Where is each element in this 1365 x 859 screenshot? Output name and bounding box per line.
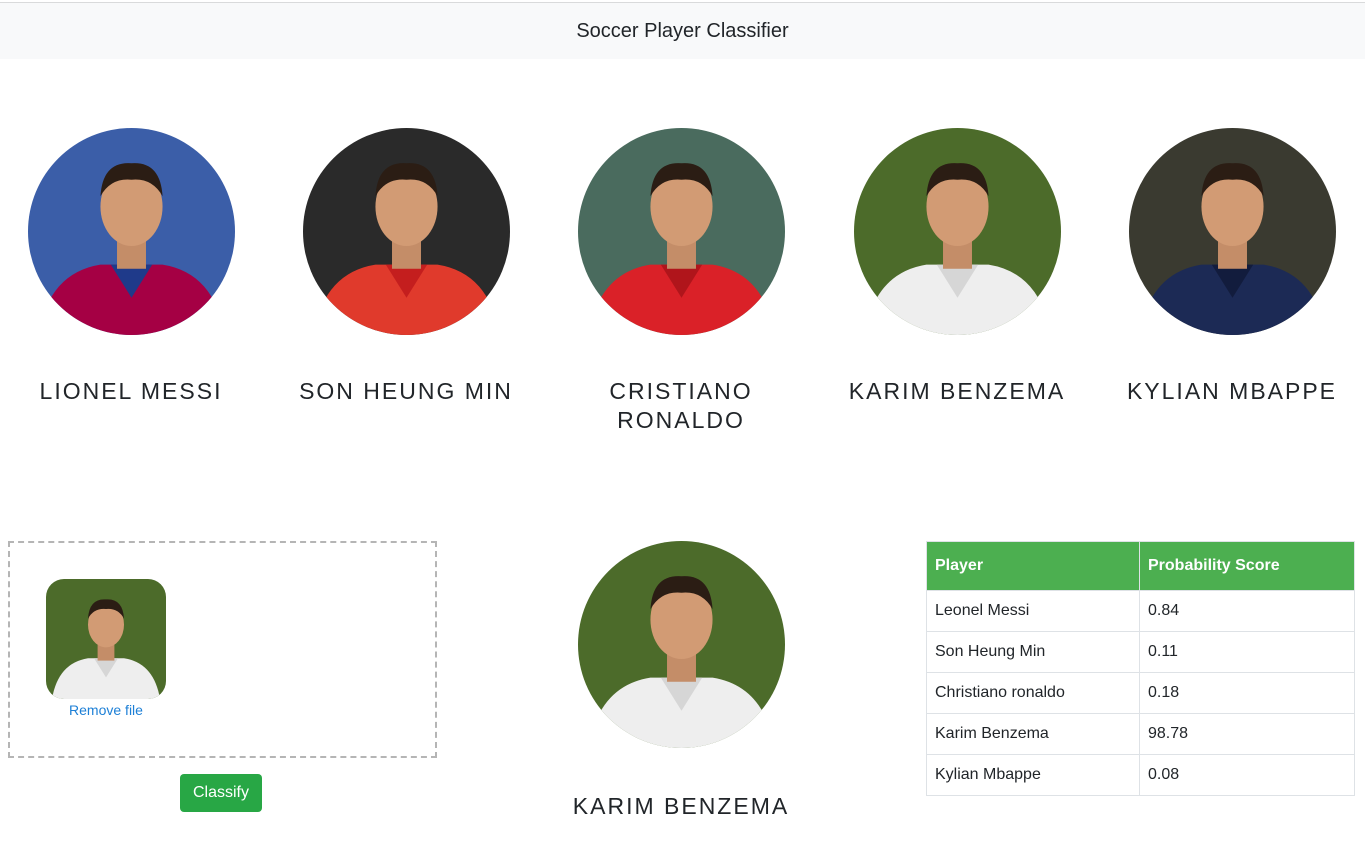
player-name: Son Heung Min	[299, 378, 513, 404]
player-card-ronaldo: Cristiano Ronaldo	[543, 128, 819, 435]
player-card-messi: Lionel Messi	[0, 128, 269, 406]
player-gallery: Lionel Messi Son Heung Min Cristiano Ron…	[0, 128, 1365, 448]
player-card-benzema: Karim Benzema	[819, 128, 1095, 406]
cell-player: Christiano ronaldo	[926, 672, 1140, 714]
remove-file-link[interactable]: Remove file	[46, 702, 166, 718]
table-header-row: Player Probability Score	[926, 541, 1355, 591]
player-photo	[27, 128, 235, 335]
player-photo	[1128, 128, 1336, 335]
column-header-score: Probability Score	[1139, 541, 1355, 591]
player-name: Kylian Mbappe	[1126, 378, 1338, 404]
player-photo	[577, 128, 785, 335]
table-row: Leonel Messi 0.84	[926, 590, 1355, 632]
table-row: Karim Benzema 98.78	[926, 713, 1355, 755]
result-player-name: Karim Benzema	[572, 793, 790, 819]
cell-player: Son Heung Min	[926, 631, 1140, 673]
result-player-photo	[577, 541, 785, 748]
table-row: Christiano ronaldo 0.18	[926, 672, 1355, 714]
table-row: Kylian Mbappe 0.08	[926, 754, 1355, 796]
cell-player: Leonel Messi	[926, 590, 1140, 632]
column-header-player: Player	[926, 541, 1140, 591]
player-card-mbappe: Kylian Mbappe	[1094, 128, 1365, 406]
cell-score: 0.08	[1139, 754, 1355, 796]
uploaded-image-preview	[46, 579, 166, 699]
cell-score: 0.18	[1139, 672, 1355, 714]
navbar-title[interactable]: Soccer Player Classifier	[576, 20, 788, 43]
cell-score: 0.11	[1139, 631, 1355, 673]
player-name: Lionel Messi	[39, 378, 223, 404]
cell-player: Karim Benzema	[926, 713, 1140, 755]
cell-score: 0.84	[1139, 590, 1355, 632]
player-photo	[853, 128, 1061, 335]
file-dropzone[interactable]: Remove file	[8, 541, 437, 758]
table-row: Son Heung Min 0.11	[926, 631, 1355, 673]
player-name: Karim Benzema	[848, 378, 1066, 404]
cell-player: Kylian Mbappe	[926, 754, 1140, 796]
player-photo	[302, 128, 510, 335]
probability-table: Player Probability Score Leonel Messi 0.…	[926, 541, 1355, 796]
classification-result: Karim Benzema	[543, 541, 819, 821]
cell-score: 98.78	[1139, 713, 1355, 755]
player-name: Cristiano Ronaldo	[609, 378, 753, 433]
classify-button[interactable]: Classify	[180, 774, 262, 812]
player-card-son: Son Heung Min	[268, 128, 544, 406]
navbar: Soccer Player Classifier	[0, 2, 1365, 59]
